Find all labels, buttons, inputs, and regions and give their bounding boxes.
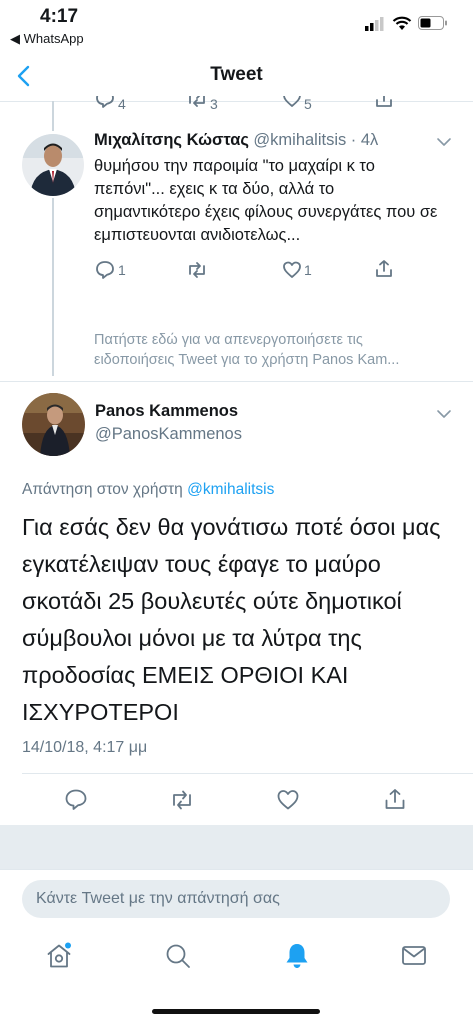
notice-line-1: Πατήστε εδώ για να απενεργοποιήσετε τις [94, 332, 363, 348]
avatar-kmihalitsis [22, 134, 84, 196]
timestamp-divider [22, 773, 473, 774]
avatar[interactable] [22, 134, 84, 196]
share-icon[interactable] [374, 259, 394, 279]
replying-to: Απάντηση στον χρήστη @kmihalitsis [22, 481, 274, 499]
reply-tweet-text: θυμήσου την παροιμία "το μαχαίρι κ το πε… [94, 157, 438, 244]
retweet-icon[interactable] [186, 96, 208, 109]
author-handle[interactable]: @PanosKammenos [95, 425, 242, 444]
like-icon[interactable] [282, 96, 302, 109]
notifications-icon[interactable] [283, 941, 311, 971]
home-icon[interactable] [45, 942, 73, 970]
replying-to-handle[interactable]: @kmihalitsis [187, 481, 274, 498]
wifi-icon [392, 16, 412, 30]
replies-separator [0, 825, 473, 869]
reply-icon[interactable] [95, 96, 115, 109]
reply-count: 1 [118, 262, 126, 278]
home-indicator [152, 1009, 320, 1014]
previous-tweet-actions: 4 3 5 [0, 96, 473, 115]
cellular-signal-icon [365, 17, 384, 31]
chevron-down-icon[interactable] [436, 408, 452, 420]
retweet-icon[interactable] [186, 260, 208, 280]
page-title: Tweet [210, 64, 263, 85]
retweet-count: 3 [210, 96, 218, 112]
battery-icon [418, 16, 447, 30]
share-icon[interactable] [374, 96, 394, 109]
thread-line-top [52, 101, 54, 131]
avatar[interactable] [22, 393, 85, 456]
notice-line-2: ειδοποιήσεις Tweet για το χρήστη Panos K… [94, 352, 400, 368]
share-icon[interactable] [383, 787, 407, 811]
chevron-down-icon[interactable] [436, 136, 452, 148]
reply-input[interactable]: Κάντε Tweet με την απάντησή σας [22, 880, 450, 918]
avatar-panoskammenos [22, 393, 85, 456]
reply-icon[interactable] [64, 788, 88, 812]
tweet-text: Για εσάς δεν θα γονάτισω ποτέ όσοι μας ε… [22, 514, 441, 725]
mute-notifications-notice[interactable]: Πατήστε εδώ για να απενεργοποιήσετε τις … [94, 330, 464, 370]
tweet-timestamp: 14/10/18, 4:17 μμ [22, 739, 148, 756]
status-time: 4:17 [40, 6, 79, 27]
reply-tweet-header: Μιχαλίτσης Κώστας @kmihalitsis · 4λ [94, 131, 424, 150]
author-handle[interactable]: @kmihalitsis [253, 131, 346, 149]
separator-bottom-line [0, 869, 473, 870]
reply-icon[interactable] [95, 260, 115, 280]
search-icon[interactable] [164, 942, 192, 970]
tweet-age: · 4λ [350, 131, 379, 149]
author-name[interactable]: Μιχαλίτσης Κώστας [94, 131, 249, 149]
section-divider [0, 381, 473, 382]
back-to-app-link[interactable]: ◀ WhatsApp [10, 31, 84, 47]
thread-line-bottom [52, 198, 54, 376]
reply-count: 4 [118, 96, 126, 112]
like-icon[interactable] [276, 788, 300, 812]
replying-to-label: Απάντηση στον χρήστη [22, 481, 183, 498]
like-count: 5 [304, 96, 312, 112]
author-name[interactable]: Panos Kammenos [95, 402, 238, 421]
like-icon[interactable] [282, 260, 302, 280]
like-count: 1 [304, 262, 312, 278]
retweet-icon[interactable] [169, 788, 195, 812]
messages-icon[interactable] [400, 943, 428, 969]
